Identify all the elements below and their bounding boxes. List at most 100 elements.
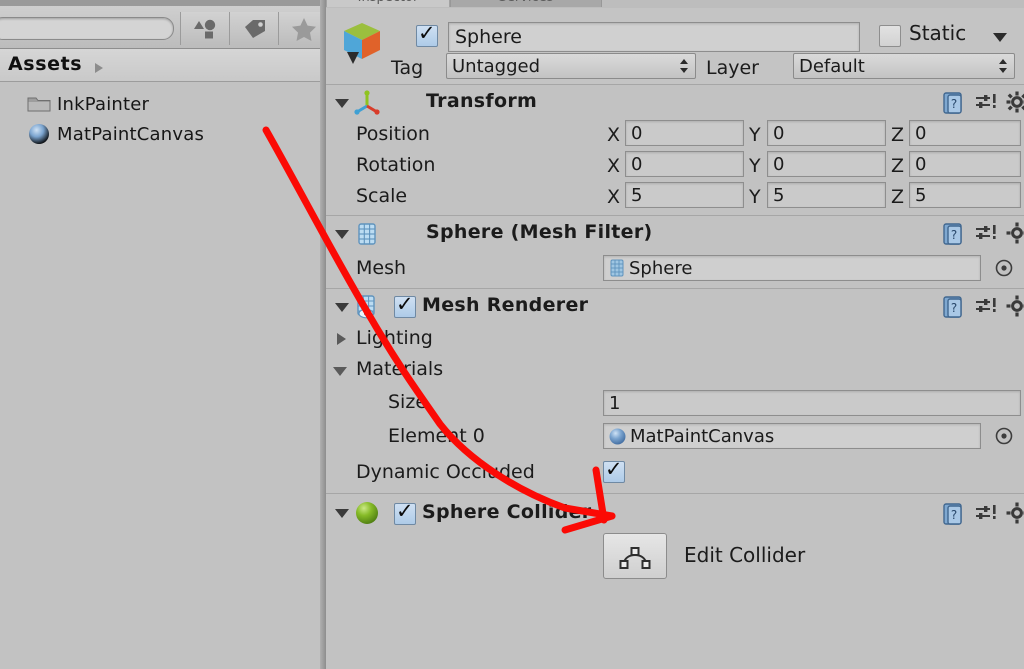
tag-dropdown[interactable]: Untagged — [446, 53, 696, 79]
tag-value: Untagged — [452, 55, 541, 77]
preset-icon[interactable] — [974, 502, 998, 526]
scale-x-input[interactable]: 5 — [625, 182, 744, 208]
help-icon[interactable]: ? — [942, 295, 966, 319]
preset-icon[interactable] — [974, 91, 998, 115]
dynamic-occluded-checkbox[interactable]: ✓ — [603, 457, 625, 483]
component-mesh-renderer: ✓ Mesh Renderer ? Lighting Materials Siz… — [326, 289, 1024, 494]
property-label: Size — [388, 391, 428, 413]
scale-y-input[interactable]: 5 — [767, 182, 886, 208]
filter-by-type-button[interactable] — [180, 12, 230, 45]
component-header-buttons[interactable]: ? — [942, 222, 1024, 246]
mesh-object-picker-icon[interactable] — [994, 258, 1014, 278]
label-tag-icon — [242, 18, 268, 40]
svg-text:?: ? — [951, 97, 957, 111]
property-label: Scale — [356, 185, 408, 207]
component-header-buttons[interactable]: ? — [942, 91, 1024, 115]
mesh-icon — [608, 259, 626, 277]
property-label: Mesh — [356, 257, 407, 279]
static-checkbox[interactable] — [879, 25, 901, 47]
svg-text:?: ? — [951, 508, 957, 522]
preset-icon[interactable] — [974, 222, 998, 246]
sphere-collider-icon — [354, 500, 380, 526]
edit-collider-row: Edit Collider — [326, 530, 1024, 580]
mesh-row: Mesh Sphere — [326, 250, 1024, 288]
mesh-renderer-enabled-checkbox[interactable]: ✓ — [394, 292, 416, 318]
dropdown-arrows-icon — [679, 57, 689, 75]
search-input[interactable] — [0, 17, 174, 40]
layer-dropdown[interactable]: Default — [793, 53, 1015, 79]
component-header[interactable]: Sphere (Mesh Filter) ? — [326, 216, 1024, 250]
settings-gear-icon[interactable] — [1006, 295, 1024, 319]
axis-label-y: Y — [749, 186, 761, 208]
materials-foldout-row[interactable]: Materials — [326, 354, 1024, 385]
axis-label-z: Z — [891, 155, 905, 177]
list-item[interactable]: MatPaintCanvas — [0, 120, 326, 148]
materials-size-row: Size 1 — [326, 385, 1024, 421]
edit-collider-button[interactable] — [603, 533, 667, 579]
axis-label-y: Y — [749, 155, 761, 177]
layer-label: Layer — [706, 57, 759, 79]
material-sphere-icon — [608, 427, 627, 446]
value: 5 — [915, 184, 927, 206]
value: 0 — [915, 122, 927, 144]
static-dropdown-arrow-icon[interactable] — [991, 30, 1009, 44]
component-header[interactable]: ✓ Sphere Collider ? — [326, 494, 1024, 530]
material-object-picker-icon[interactable] — [994, 426, 1014, 446]
settings-gear-icon[interactable] — [1006, 502, 1024, 526]
component-transform: Transform ? Position X 0 Y 0 Z 0 Rotatio… — [326, 85, 1024, 216]
materials-size-input[interactable]: 1 — [603, 390, 1021, 416]
foldout-expanded-icon[interactable] — [332, 364, 348, 378]
transform-scale-row: Scale X 5 Y 5 Z 5 — [326, 181, 1024, 215]
tag-label: Tag — [391, 57, 424, 79]
list-item-label: MatPaintCanvas — [57, 123, 205, 145]
property-label: Rotation — [356, 154, 436, 176]
position-x-input[interactable]: 0 — [625, 120, 744, 146]
rotation-z-input[interactable]: 0 — [909, 151, 1021, 177]
tab-inspector[interactable]: Inspector — [326, 0, 450, 7]
breadcrumb-root[interactable]: Assets — [8, 53, 82, 75]
transform-rotation-row: Rotation X 0 Y 0 Z 0 — [326, 150, 1024, 181]
component-header[interactable]: ✓ Mesh Renderer ? — [326, 289, 1024, 323]
position-z-input[interactable]: 0 — [909, 120, 1021, 146]
foldout-expanded-icon[interactable] — [334, 506, 350, 520]
preset-icon[interactable] — [974, 295, 998, 319]
list-item[interactable]: InkPainter — [0, 90, 326, 118]
gameobject-name-input[interactable]: Sphere — [448, 22, 860, 52]
filter-by-label-button[interactable] — [229, 12, 279, 45]
value: 0 — [773, 122, 785, 144]
position-y-input[interactable]: 0 — [767, 120, 886, 146]
value: 1 — [609, 392, 621, 414]
gameobject-header: ✓ Sphere Static Tag Untagged Layer Defau… — [326, 8, 1024, 85]
gameobject-enabled-checkbox[interactable]: ✓ — [416, 21, 438, 47]
lighting-foldout-row[interactable]: Lighting — [326, 323, 1024, 354]
settings-gear-icon[interactable] — [1006, 91, 1024, 115]
value: 0 — [631, 122, 643, 144]
favorites-star-icon — [291, 17, 317, 41]
component-header-buttons[interactable]: ? — [942, 295, 1024, 319]
help-icon[interactable]: ? — [942, 91, 966, 115]
value: 5 — [631, 184, 643, 206]
settings-gear-icon[interactable] — [1006, 222, 1024, 246]
svg-text:?: ? — [951, 228, 957, 242]
foldout-expanded-icon[interactable] — [334, 96, 350, 110]
help-icon[interactable]: ? — [942, 502, 966, 526]
foldout-collapsed-icon[interactable] — [334, 331, 348, 347]
foldout-expanded-icon[interactable] — [334, 300, 350, 314]
mesh-object-field[interactable]: Sphere — [603, 255, 981, 281]
scale-z-input[interactable]: 5 — [909, 182, 1021, 208]
value: 0 — [631, 153, 643, 175]
tab-services[interactable]: Services — [450, 0, 602, 7]
sphere-collider-enabled-checkbox[interactable]: ✓ — [394, 499, 416, 525]
component-header[interactable]: Transform ? — [326, 85, 1024, 119]
axis-label-y: Y — [749, 124, 761, 146]
axis-label-x: X — [607, 186, 621, 208]
foldout-expanded-icon[interactable] — [334, 227, 350, 241]
component-header-buttons[interactable]: ? — [942, 502, 1024, 526]
filter-by-type-icon — [193, 18, 219, 40]
static-label: Static — [909, 21, 967, 45]
rotation-x-input[interactable]: 0 — [625, 151, 744, 177]
material-object-field[interactable]: MatPaintCanvas — [603, 423, 981, 449]
rotation-y-input[interactable]: 0 — [767, 151, 886, 177]
dynamic-occluded-row: Dynamic Occluded ✓ — [326, 457, 1024, 493]
help-icon[interactable]: ? — [942, 222, 966, 246]
